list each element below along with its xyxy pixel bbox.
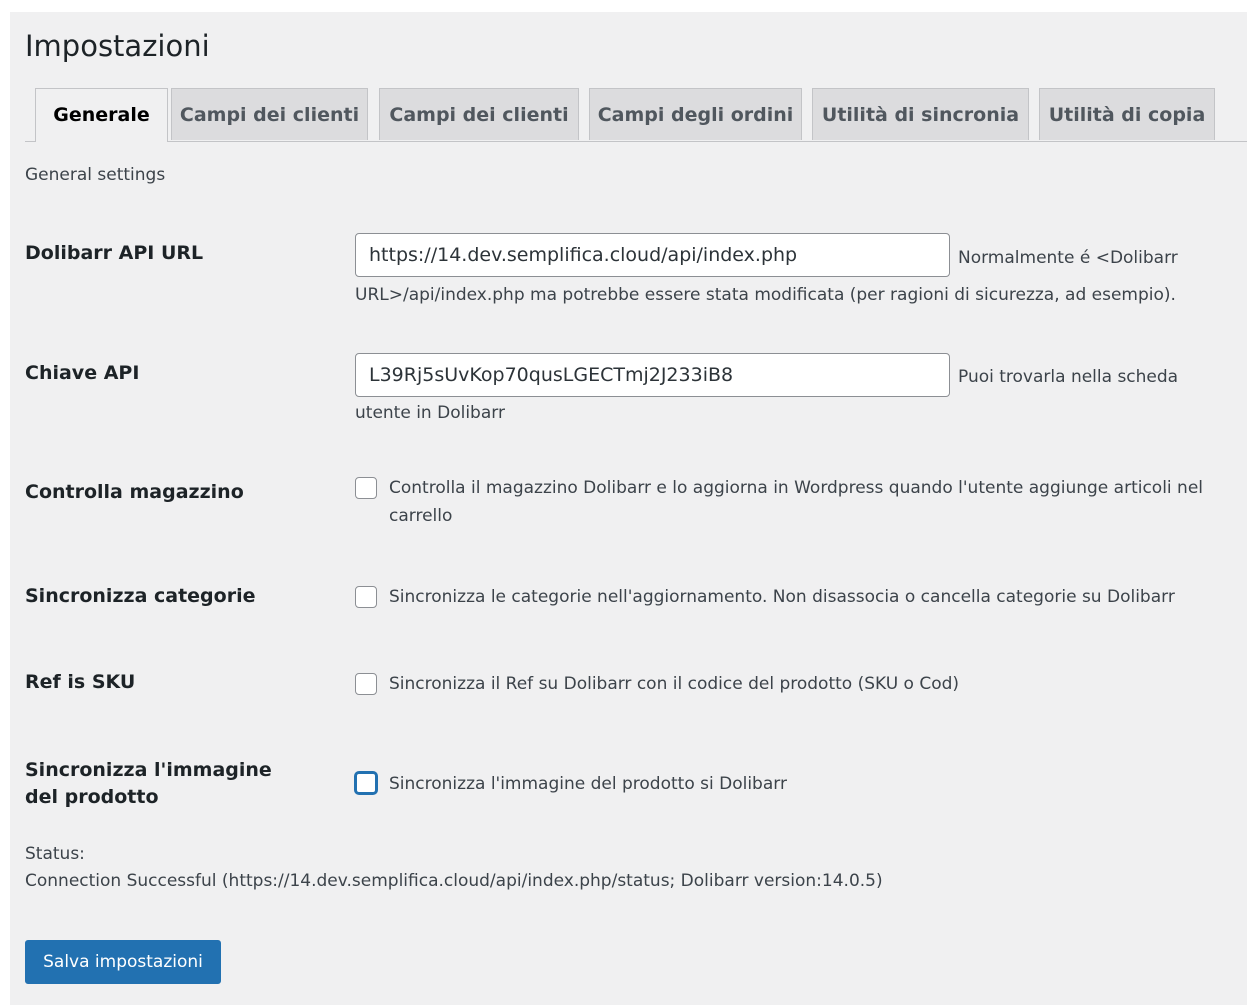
status-label: Status: <box>25 844 85 864</box>
api-key-description-2: utente in Dolibarr <box>355 403 505 423</box>
page-title: Impostazioni <box>25 29 210 63</box>
tab-campi-clienti-2[interactable]: Campi dei clienti <box>379 88 579 140</box>
sync-image-checkbox[interactable] <box>355 772 377 794</box>
api-url-description-1: Normalmente é <Dolibarr <box>958 248 1178 268</box>
api-key-label: Chiave API <box>25 362 140 384</box>
sync-categories-text: Sincronizza le categorie nell'aggiorname… <box>389 587 1175 607</box>
api-url-label: Dolibarr API URL <box>25 242 204 264</box>
status-message: Connection Successful (https://14.dev.se… <box>25 871 883 891</box>
tab-utilita-sincronia[interactable]: Utilità di sincronia <box>812 88 1029 140</box>
stock-check-label: Controlla magazzino <box>25 481 244 503</box>
ref-sku-text: Sincronizza il Ref su Dolibarr con il co… <box>389 674 960 694</box>
tab-campi-clienti-1[interactable]: Campi dei clienti <box>171 88 368 140</box>
stock-check-text: Controlla il magazzino Dolibarr e lo agg… <box>389 474 1247 530</box>
ref-sku-label: Ref is SKU <box>25 671 136 693</box>
sync-categories-label: Sincronizza categorie <box>25 585 256 607</box>
tab-generale[interactable]: Generale <box>35 88 168 142</box>
sync-image-text: Sincronizza l'immagine del prodotto si D… <box>389 774 787 794</box>
stock-check-checkbox[interactable] <box>355 477 377 499</box>
tab-utilita-copia[interactable]: Utilità di copia <box>1039 88 1215 140</box>
tab-campi-ordini[interactable]: Campi degli ordini <box>589 88 802 140</box>
save-settings-button[interactable]: Salva impostazioni <box>25 940 221 984</box>
section-description: General settings <box>25 165 166 185</box>
sync-image-label: Sincronizza l'immagine del prodotto <box>25 759 272 808</box>
settings-panel: Impostazioni Generale Campi dei clienti … <box>10 12 1247 1005</box>
api-key-input[interactable] <box>355 353 950 397</box>
api-url-description-2: URL>/api/index.php ma potrebbe essere st… <box>355 285 1176 305</box>
api-key-description-1: Puoi trovarla nella scheda <box>958 367 1179 387</box>
ref-sku-checkbox[interactable] <box>355 673 377 695</box>
api-url-input[interactable] <box>355 233 950 277</box>
tabs-divider <box>25 141 1247 142</box>
stock-check-text-content: Controlla il magazzino Dolibarr e lo agg… <box>389 478 1204 526</box>
sync-categories-checkbox[interactable] <box>355 586 377 608</box>
